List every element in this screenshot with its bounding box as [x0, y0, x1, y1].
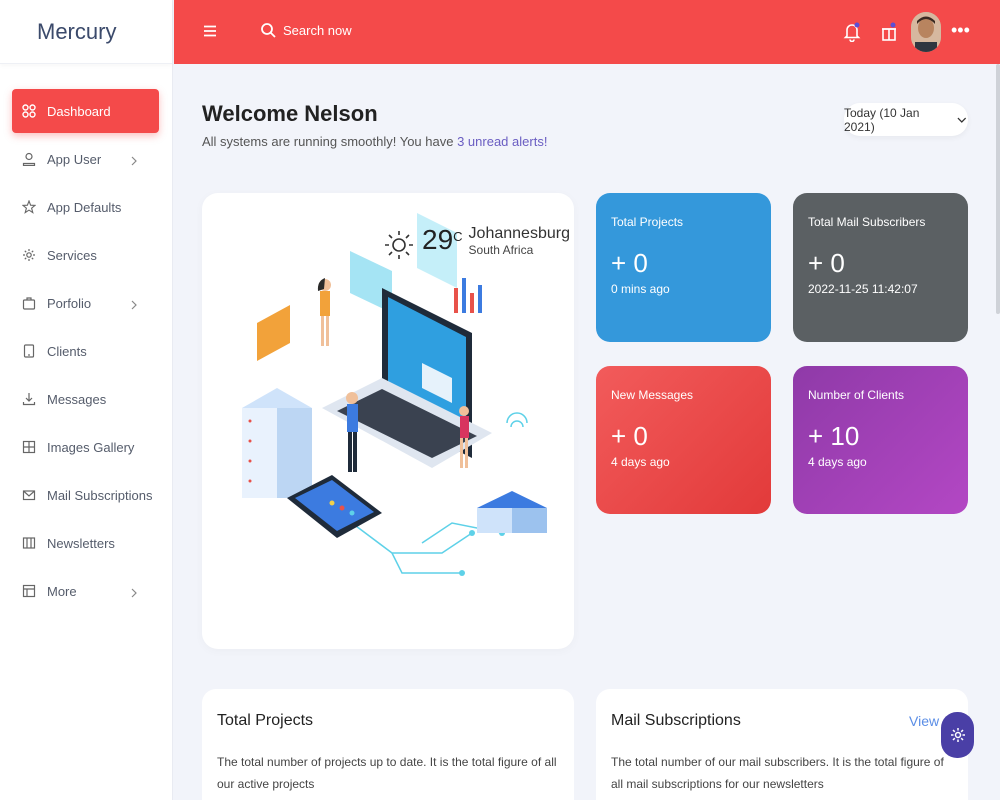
info-card-title: Mail Subscriptions — [611, 712, 741, 729]
weather-unit: C — [453, 229, 463, 244]
sidebar-item-label: Messages — [47, 391, 107, 407]
search-input[interactable]: Search now — [260, 22, 352, 38]
tech-illustration — [242, 213, 547, 576]
download-icon — [22, 392, 36, 406]
sidebar-item-images-gallery[interactable]: Images Gallery — [12, 425, 159, 469]
sidebar-item-mail-subscriptions[interactable]: Mail Subscriptions — [12, 473, 159, 517]
brand-logo[interactable]: Mercury — [0, 0, 172, 64]
avatar[interactable] — [911, 12, 941, 52]
stat-card-total-projects[interactable]: Total Projects + 0 0 mins ago — [596, 193, 771, 342]
sidebar-item-dashboard[interactable]: Dashboard — [12, 89, 159, 133]
weather-card: 29 C Johannesburg South Africa — [202, 193, 574, 649]
sidebar-item-more[interactable]: More — [12, 569, 159, 613]
weather-widget: 29 C Johannesburg South Africa — [418, 224, 570, 258]
mail-icon — [22, 488, 36, 502]
sidebar-item-services[interactable]: Services — [12, 233, 159, 277]
stat-label: Total Mail Subscribers — [808, 215, 926, 229]
stat-label: New Messages — [611, 388, 694, 402]
tablet-icon — [22, 344, 36, 358]
info-card-mail-subscriptions: Mail Subscriptions The total number of o… — [596, 689, 968, 800]
sidebar: Mercury Dashboard App User App Defaults — [0, 0, 173, 800]
sidebar-item-label: Newsletters — [47, 535, 115, 551]
chevron-right-icon — [129, 586, 139, 598]
sidebar-item-newsletters[interactable]: Newsletters — [12, 521, 159, 565]
more-options-icon[interactable]: ••• — [951, 20, 970, 41]
sidebar-item-label: Clients — [47, 343, 87, 359]
sidebar-item-label: Services — [47, 247, 97, 263]
grid-square-icon — [22, 440, 36, 454]
unread-alerts-link[interactable]: 3 unread alerts! — [457, 134, 547, 149]
weather-location: Johannesburg South Africa — [469, 225, 570, 257]
hamburger-menu-icon[interactable] — [203, 24, 217, 38]
stat-time: 4 days ago — [611, 455, 670, 469]
date-label: Today (10 Jan 2021) — [844, 105, 920, 134]
weather-country: South Africa — [468, 243, 534, 257]
weather-temperature: 29 — [422, 224, 454, 255]
chevron-right-icon — [129, 154, 139, 166]
stat-label: Total Projects — [611, 215, 684, 229]
sidebar-item-app-defaults[interactable]: App Defaults — [12, 185, 159, 229]
date-selector[interactable]: Today (10 Jan 2021) — [844, 103, 968, 136]
info-card-description: The total number of our mail subscribers… — [611, 755, 944, 791]
info-card-total-projects: Total Projects The total number of proje… — [202, 689, 574, 800]
settings-fab-button[interactable] — [941, 712, 974, 758]
gear-icon — [22, 248, 36, 262]
sidebar-item-label: Images Gallery — [47, 439, 135, 455]
gift-icon[interactable] — [880, 22, 898, 42]
sidebar-item-label: Mail Subscriptions — [47, 487, 153, 503]
sidebar-item-label: More — [47, 583, 77, 599]
info-card-title: Total Projects — [217, 712, 314, 729]
sidebar-item-messages[interactable]: Messages — [12, 377, 159, 421]
stat-time: 4 days ago — [808, 455, 867, 469]
stat-value: + 10 — [808, 421, 860, 451]
stat-value: + 0 — [611, 421, 648, 451]
sidebar-item-label: Porfolio — [47, 295, 92, 311]
stat-card-new-messages[interactable]: New Messages + 0 4 days ago — [596, 366, 771, 514]
stat-label: Number of Clients — [808, 388, 905, 402]
page-title: Welcome Nelson — [202, 101, 378, 126]
search-placeholder: Search now — [283, 22, 352, 38]
stat-card-total-mail-subscribers[interactable]: Total Mail Subscribers + 0 2022-11-25 11… — [793, 193, 968, 342]
sidebar-item-label: Dashboard — [47, 103, 111, 119]
stat-card-number-of-clients[interactable]: Number of Clients + 10 4 days ago — [793, 366, 968, 514]
sidebar-item-portfolio[interactable]: Porfolio — [12, 281, 159, 325]
stat-value: + 0 — [808, 248, 845, 278]
welcome-subtitle: All systems are running smoothly! You ha… — [202, 134, 547, 149]
info-card-description: The total number of projects up to date.… — [217, 755, 557, 791]
weather-city: Johannesburg — [468, 225, 570, 242]
sidebar-nav: Dashboard App User App Defaults Services — [0, 64, 172, 613]
star-icon — [22, 200, 36, 214]
chevron-right-icon — [129, 298, 139, 310]
sidebar-item-label: App User — [47, 151, 102, 167]
sidebar-item-clients[interactable]: Clients — [12, 329, 159, 373]
grid-icon — [22, 104, 36, 118]
user-icon — [22, 152, 36, 166]
briefcase-icon — [22, 296, 36, 310]
columns-icon — [22, 536, 36, 550]
sidebar-item-label: App Defaults — [47, 199, 122, 215]
welcome-sub-text: All systems are running smoothly! You ha… — [202, 134, 458, 149]
layout-icon — [22, 584, 36, 598]
stat-value: + 0 — [611, 248, 648, 278]
gear-icon — [950, 728, 965, 742]
bell-icon[interactable] — [843, 22, 861, 43]
top-bar: Search now ••• — [174, 0, 1000, 64]
stat-time: 2022-11-25 11:42:07 — [808, 282, 918, 296]
stat-time: 0 mins ago — [611, 282, 670, 296]
search-icon — [261, 23, 276, 38]
sidebar-item-app-user[interactable]: App User — [12, 137, 159, 181]
page-scrollbar[interactable] — [996, 64, 1000, 314]
chevron-down-icon — [957, 117, 967, 123]
